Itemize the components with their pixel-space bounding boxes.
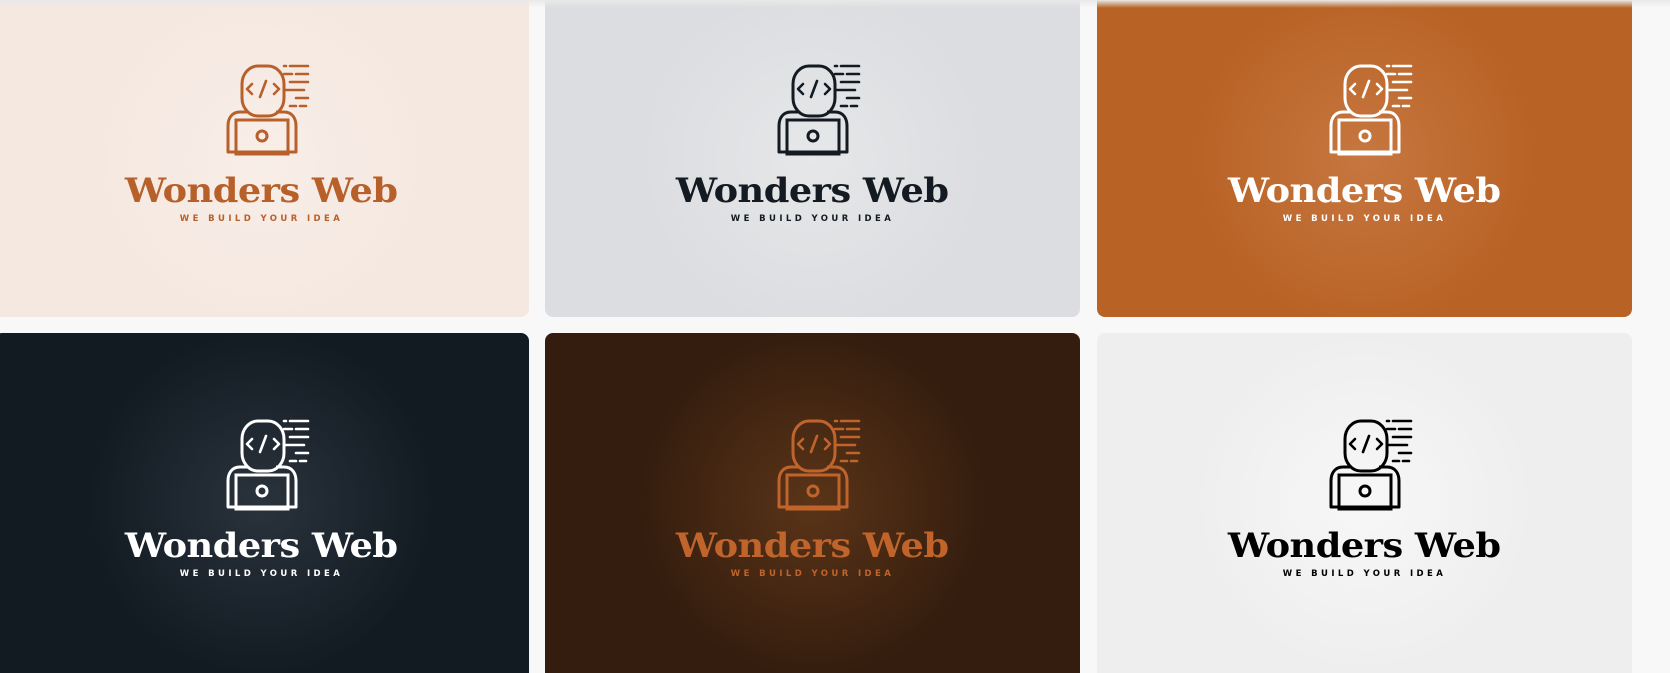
brand-name: Wonders Web bbox=[125, 171, 398, 211]
developer-laptop-icon bbox=[226, 419, 309, 511]
logo-card[interactable]: Wonders Web WE BUILD YOUR IDEA bbox=[545, 0, 1080, 317]
logo-lockup: Wonders Web WE BUILD YOUR IDEA bbox=[545, 415, 1080, 579]
brand-tagline: WE BUILD YOUR IDEA bbox=[179, 214, 344, 224]
brand-name: Wonders Web bbox=[1228, 171, 1501, 211]
logo-card[interactable]: Wonders Web WE BUILD YOUR IDEA bbox=[545, 333, 1080, 673]
brand-tagline: WE BUILD YOUR IDEA bbox=[179, 569, 344, 579]
brand-name: Wonders Web bbox=[125, 526, 398, 566]
logo-card[interactable]: Wonders Web WE BUILD YOUR IDEA bbox=[0, 0, 529, 317]
brand-name: Wonders Web bbox=[1228, 526, 1501, 566]
logo-card[interactable]: Wonders Web WE BUILD YOUR IDEA bbox=[1097, 333, 1632, 673]
brand-tagline: WE BUILD YOUR IDEA bbox=[730, 569, 895, 579]
developer-laptop-icon bbox=[1329, 64, 1412, 156]
brand-name: Wonders Web bbox=[676, 526, 949, 566]
logo-lockup: Wonders Web WE BUILD YOUR IDEA bbox=[1097, 60, 1632, 224]
logo-lockup: Wonders Web WE BUILD YOUR IDEA bbox=[1097, 415, 1632, 579]
logo-card[interactable]: Wonders Web WE BUILD YOUR IDEA bbox=[0, 333, 529, 673]
logo-lockup: Wonders Web WE BUILD YOUR IDEA bbox=[0, 60, 529, 224]
developer-laptop-icon bbox=[1329, 419, 1412, 511]
developer-laptop-icon bbox=[777, 419, 860, 511]
logo-gallery: Wonders Web WE BUILD YOUR IDEA Wonders W… bbox=[0, 0, 1670, 673]
brand-tagline: WE BUILD YOUR IDEA bbox=[730, 214, 895, 224]
brand-tagline: WE BUILD YOUR IDEA bbox=[1282, 214, 1447, 224]
brand-tagline: WE BUILD YOUR IDEA bbox=[1282, 569, 1447, 579]
developer-laptop-icon bbox=[777, 64, 860, 156]
logo-card[interactable]: Wonders Web WE BUILD YOUR IDEA bbox=[1097, 0, 1632, 317]
brand-name: Wonders Web bbox=[676, 171, 949, 211]
developer-laptop-icon bbox=[226, 64, 309, 156]
logo-lockup: Wonders Web WE BUILD YOUR IDEA bbox=[545, 60, 1080, 224]
logo-lockup: Wonders Web WE BUILD YOUR IDEA bbox=[0, 415, 529, 579]
